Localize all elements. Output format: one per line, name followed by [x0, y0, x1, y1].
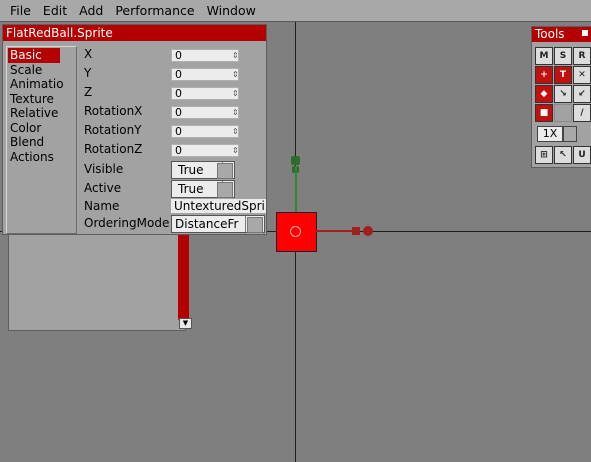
x-value: 0 [175, 49, 182, 62]
label-visible: Visible [84, 162, 124, 176]
sprite-origin-marker [290, 226, 301, 237]
gizmo-x-arrow[interactable] [316, 230, 356, 232]
visible-combo[interactable]: True [171, 161, 235, 179]
category-scale[interactable]: Scale [7, 63, 76, 78]
move-tool-button[interactable]: M [535, 47, 553, 65]
scrollbar[interactable] [178, 232, 189, 322]
dropdown-icon[interactable] [217, 182, 233, 198]
zoom-level[interactable]: 1X [537, 126, 563, 142]
scroll-down-icon[interactable]: ▼ [179, 318, 192, 329]
rotationx-value: 0 [175, 106, 182, 119]
rotationy-field[interactable]: 0 ⇕ [171, 125, 239, 138]
name-field[interactable]: UntexturedSpri [171, 199, 266, 213]
gizmo-x-handle[interactable] [352, 227, 360, 235]
paint-icon[interactable]: ■ [535, 104, 553, 122]
rotate-tool-button[interactable]: R [573, 47, 591, 65]
menu-window[interactable]: Window [201, 3, 262, 18]
spinner-icon[interactable]: ⇕ [232, 145, 239, 156]
copy-icon[interactable]: ◆ [535, 85, 553, 103]
attach-icon[interactable]: ✕ [573, 66, 591, 84]
category-list: Basic Scale Animatio Texture Relative Co… [6, 46, 77, 234]
rotationx-field[interactable]: 0 ⇕ [171, 106, 239, 119]
detach-icon[interactable]: ↙ [573, 85, 591, 103]
menu-edit[interactable]: Edit [37, 3, 73, 18]
category-texture[interactable]: Texture [7, 92, 76, 107]
list-panel: ▼ [8, 232, 192, 331]
add-sprite-icon[interactable]: + [535, 66, 553, 84]
property-window-title[interactable]: FlatRedBall.Sprite [3, 25, 266, 41]
grid-icon[interactable]: ⊞ [535, 146, 553, 164]
add-text-icon[interactable]: T [554, 66, 572, 84]
spinner-icon[interactable]: ⇕ [232, 88, 239, 99]
dropdown-icon[interactable] [247, 217, 263, 233]
empty-slot [554, 104, 572, 122]
label-active: Active [84, 181, 122, 195]
x-field[interactable]: 0 ⇕ [171, 49, 239, 62]
label-rotationx: RotationX [84, 104, 143, 118]
link-icon[interactable]: ↘ [554, 85, 572, 103]
y-field[interactable]: 0 ⇕ [171, 68, 239, 81]
zoom-dropdown-icon[interactable] [563, 126, 577, 142]
category-relative[interactable]: Relative [7, 106, 76, 121]
rotationz-field[interactable]: 0 ⇕ [171, 144, 239, 157]
orderingmode-value: DistanceFr [172, 216, 246, 232]
gizmo-y-handle[interactable] [291, 156, 300, 165]
active-combo[interactable]: True [171, 180, 235, 198]
label-name: Name [84, 199, 120, 213]
tools-window: Tools M S R + T ✕ ◆ ↘ ↙ ■ / ⊞ ↖ U [531, 26, 591, 168]
label-rotationy: RotationY [84, 123, 142, 137]
orderingmode-combo[interactable]: DistanceFr [171, 215, 265, 233]
rotationy-value: 0 [175, 125, 182, 138]
label-z: Z [84, 85, 93, 99]
spinner-icon[interactable]: ⇕ [232, 50, 239, 61]
menu-performance[interactable]: Performance [109, 3, 200, 18]
y-value: 0 [175, 68, 182, 81]
dropdown-icon[interactable] [217, 163, 233, 179]
menu-bar: File Edit Add Performance Window [0, 0, 591, 22]
active-value: True [172, 181, 223, 197]
cursor-icon[interactable]: ↖ [554, 146, 572, 164]
eyedropper-icon[interactable]: / [573, 104, 591, 122]
spinner-icon[interactable]: ⇕ [232, 107, 239, 118]
label-rotationz: RotationZ [84, 142, 143, 156]
gizmo-y-arrow[interactable] [295, 166, 297, 216]
label-x: X [84, 47, 93, 61]
category-actions[interactable]: Actions [7, 150, 76, 165]
category-blend[interactable]: Blend [7, 135, 76, 150]
category-basic[interactable]: Basic [8, 48, 60, 63]
close-icon[interactable] [582, 30, 588, 36]
property-window: FlatRedBall.Sprite Basic Scale Animatio … [2, 24, 267, 235]
rotationz-value: 0 [175, 144, 182, 157]
menu-add[interactable]: Add [73, 3, 109, 18]
spinner-icon[interactable]: ⇕ [232, 126, 239, 137]
z-field[interactable]: 0 ⇕ [171, 87, 239, 100]
category-color[interactable]: Color [7, 121, 76, 136]
z-value: 0 [175, 87, 182, 100]
label-orderingmode: OrderingMode [84, 216, 170, 230]
magnet-icon[interactable]: U [573, 146, 591, 164]
tools-window-title[interactable]: Tools [532, 27, 591, 42]
scale-tool-button[interactable]: S [554, 47, 572, 65]
label-y: Y [84, 66, 92, 80]
spinner-icon[interactable]: ⇕ [232, 69, 239, 80]
menu-file[interactable]: File [0, 3, 37, 18]
visible-value: True [172, 162, 223, 178]
tools-title-text: Tools [535, 27, 565, 41]
category-animation[interactable]: Animatio [7, 77, 76, 92]
gizmo-x-ball[interactable] [363, 226, 373, 236]
